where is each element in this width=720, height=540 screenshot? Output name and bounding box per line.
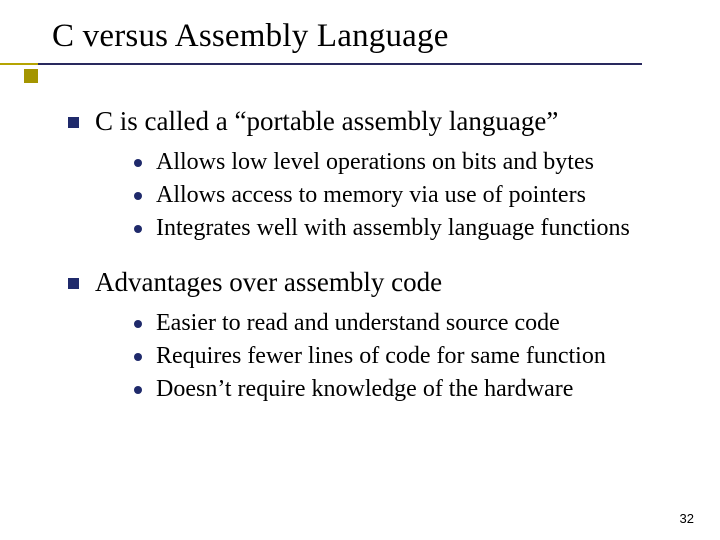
bullet-level2: Requires fewer lines of code for same fu… bbox=[134, 341, 670, 372]
rule-line bbox=[0, 63, 642, 65]
slide: C versus Assembly Language C is called a… bbox=[0, 0, 720, 540]
bullet-level2: Allows access to memory via use of point… bbox=[134, 180, 670, 211]
bullet-level2: Doesn’t require knowledge of the hardwar… bbox=[134, 374, 670, 405]
level2-text: Easier to read and understand source cod… bbox=[156, 308, 560, 339]
level2-text: Allows low level operations on bits and … bbox=[156, 147, 594, 178]
dot-bullet-icon bbox=[134, 353, 142, 361]
square-bullet-icon bbox=[68, 117, 79, 128]
bullet-level2: Easier to read and understand source cod… bbox=[134, 308, 670, 339]
level2-text: Doesn’t require knowledge of the hardwar… bbox=[156, 374, 573, 405]
bullet-level2: Allows low level operations on bits and … bbox=[134, 147, 670, 178]
dot-bullet-icon bbox=[134, 192, 142, 200]
bullet-level2: Integrates well with assembly language f… bbox=[134, 213, 670, 244]
rule-accent bbox=[0, 63, 38, 65]
sublist: Easier to read and understand source cod… bbox=[134, 308, 670, 406]
level2-text: Integrates well with assembly language f… bbox=[156, 213, 630, 244]
title-rule bbox=[0, 63, 720, 85]
page-number: 32 bbox=[680, 511, 694, 526]
bullet-level1: Advantages over assembly code bbox=[68, 266, 670, 300]
slide-title: C versus Assembly Language bbox=[52, 18, 720, 55]
dot-bullet-icon bbox=[134, 386, 142, 394]
level1-text: C is called a “portable assembly languag… bbox=[95, 105, 558, 139]
bullet-level1: C is called a “portable assembly languag… bbox=[68, 105, 670, 139]
square-bullet-icon bbox=[68, 278, 79, 289]
level2-text: Requires fewer lines of code for same fu… bbox=[156, 341, 606, 372]
rule-box-icon bbox=[24, 69, 38, 83]
level2-text: Allows access to memory via use of point… bbox=[156, 180, 586, 211]
sublist: Allows low level operations on bits and … bbox=[134, 147, 670, 245]
dot-bullet-icon bbox=[134, 320, 142, 328]
dot-bullet-icon bbox=[134, 225, 142, 233]
level1-text: Advantages over assembly code bbox=[95, 266, 442, 300]
slide-content: C is called a “portable assembly languag… bbox=[0, 85, 720, 406]
title-area: C versus Assembly Language bbox=[0, 0, 720, 59]
dot-bullet-icon bbox=[134, 159, 142, 167]
